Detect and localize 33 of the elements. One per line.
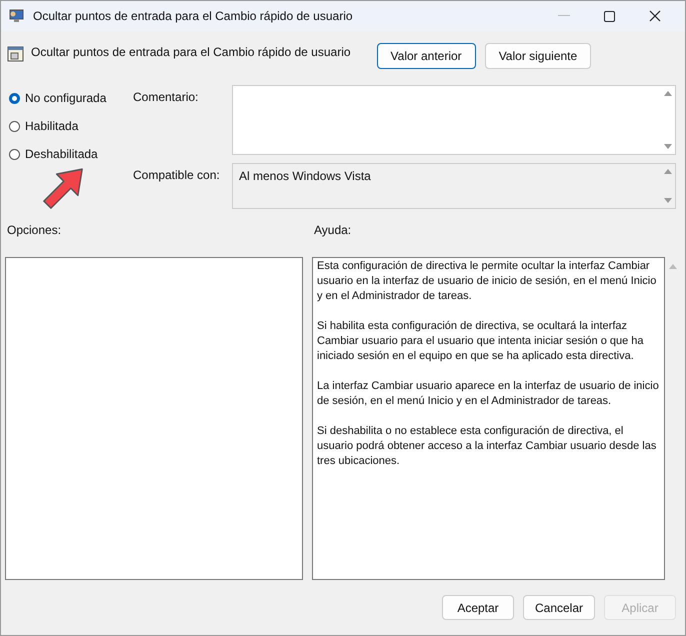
previous-setting-button[interactable]: Valor anterior xyxy=(376,43,476,69)
options-label: Opciones: xyxy=(6,223,62,237)
help-paragraph: Esta configuración de directiva le permite ocultar la interfaz Cambiar usuario en la interfaz de usuario de inicio de sesión, en el menú Inicio y en el Administrador de tareas. xyxy=(317,259,658,304)
radio-option[interactable]: No configurada xyxy=(9,89,133,107)
help-label: Ayuda: xyxy=(313,223,352,237)
radio-option[interactable]: Deshabilitada xyxy=(9,145,133,163)
comment-label: Comentario: xyxy=(133,89,200,106)
scroll-down-icon[interactable] xyxy=(664,144,672,150)
close-icon[interactable] xyxy=(649,10,661,22)
scroll-up-icon[interactable] xyxy=(669,263,677,269)
dialog-button[interactable]: Aceptar xyxy=(442,595,514,620)
scroll-down-icon[interactable] xyxy=(664,198,672,204)
radio-button[interactable] xyxy=(9,148,20,160)
scroll-up-icon[interactable] xyxy=(664,90,672,96)
comment-field[interactable] xyxy=(232,85,676,155)
pointer-arrow-icon xyxy=(41,167,85,211)
scroll-up-icon[interactable] xyxy=(664,168,672,174)
next-setting-button[interactable]: Valor siguiente xyxy=(484,43,592,69)
supported-label: Compatible con: xyxy=(133,167,221,184)
dialog-button[interactable]: Cancelar xyxy=(523,595,595,620)
radio-button[interactable] xyxy=(9,120,20,132)
policy-title: Ocultar puntos de entrada para el Cambio rápido de usuario xyxy=(31,45,351,59)
radio-option[interactable]: Habilitada xyxy=(9,117,133,135)
policy-icon xyxy=(7,45,25,63)
supported-field: Al menos Windows Vista xyxy=(232,163,676,209)
computer-icon xyxy=(9,8,25,24)
minimize-icon[interactable] xyxy=(558,15,570,17)
help-paragraph: Si deshabilita o no establece esta configuración de directiva, el usuario podrá obtener acceso a la interfaz Cambiar usuario desde las tres ubicaciones. xyxy=(317,424,658,469)
maximize-icon[interactable] xyxy=(604,10,615,22)
help-paragraph: Si habilita esta configuración de directiva, se ocultará la interfaz Cambiar usuario para el usuario que intenta iniciar sesión o que ha iniciado sesión en el equipo en que se ha aplicado esta directiva. xyxy=(317,319,645,364)
help-paragraph: La interfaz Cambiar usuario aparece en la interfaz de usuario de inicio de sesión, en el menú Inicio y en el Administrador de tareas. xyxy=(317,379,660,409)
radio-button[interactable] xyxy=(9,92,20,104)
window-title: Ocultar puntos de entrada para el Cambio rápido de usuario xyxy=(33,9,353,23)
